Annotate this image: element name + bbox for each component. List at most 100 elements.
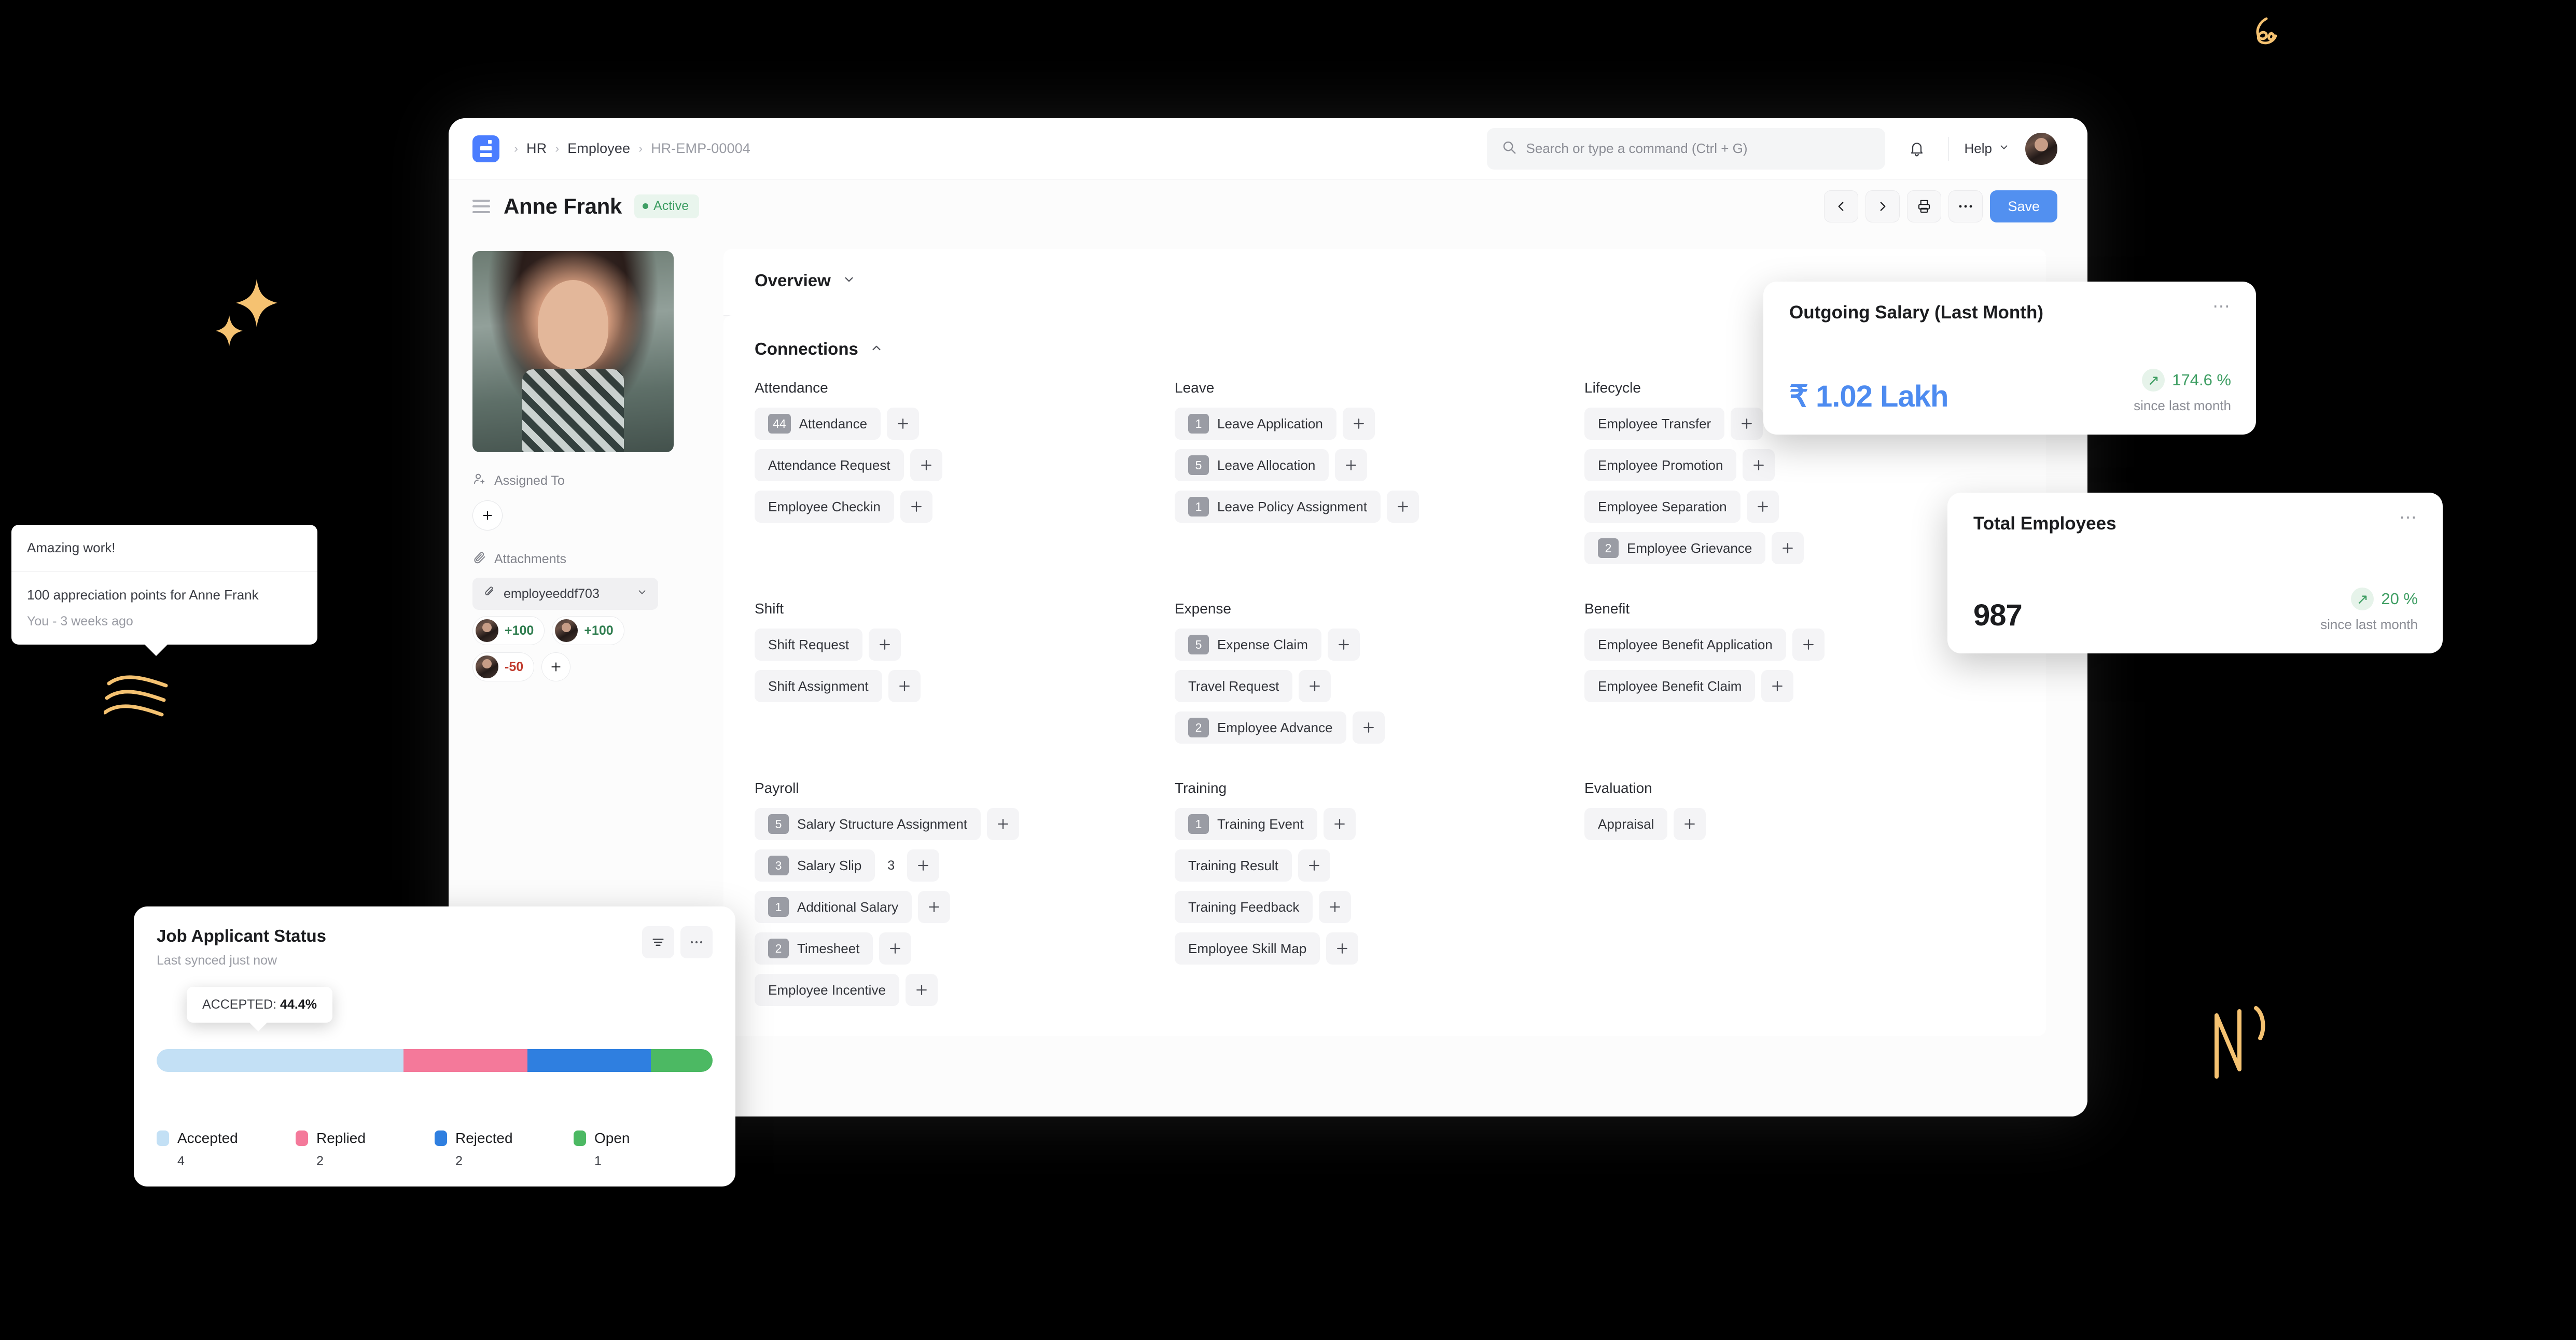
filter-icon[interactable] [642, 926, 674, 958]
stacked-bar[interactable] [157, 1049, 713, 1072]
doodle-waves-icon [103, 669, 187, 729]
connection-link[interactable]: Employee Benefit Application [1584, 629, 1786, 661]
connection-link[interactable]: Employee Promotion [1584, 449, 1737, 481]
add-connection-button[interactable] [907, 849, 940, 882]
add-connection-button[interactable] [888, 670, 921, 702]
bar-segment[interactable] [527, 1049, 651, 1072]
add-connection-button[interactable] [1327, 629, 1360, 661]
connection-link[interactable]: Travel Request [1175, 670, 1293, 702]
add-connection-button[interactable] [879, 932, 912, 965]
connection-link[interactable]: Shift Assignment [755, 670, 882, 702]
connection-label: Expense Claim [1217, 636, 1308, 652]
job-applicant-status-card: Job Applicant Status Last synced just no… [134, 906, 735, 1187]
connection-link[interactable]: Employee Checkin [755, 491, 894, 523]
add-connection-button[interactable] [900, 491, 932, 523]
add-connection-button[interactable] [918, 891, 951, 923]
comment-popover: Amazing work! 100 appreciation points fo… [11, 525, 317, 656]
connection-link[interactable]: 44 Attendance [755, 408, 881, 440]
legend-item[interactable]: Open 1 [574, 1130, 713, 1169]
add-point-button[interactable] [541, 652, 571, 681]
connection-link[interactable]: Training Feedback [1175, 891, 1313, 923]
appreciation-points-list: +100 +100 -50 [472, 616, 644, 681]
add-connection-button[interactable] [1352, 711, 1385, 744]
point-value: +100 [584, 623, 614, 638]
connection-link[interactable]: Shift Request [755, 629, 863, 661]
bar-segment[interactable] [650, 1049, 713, 1072]
connection-link[interactable]: 2 Timesheet [755, 932, 873, 965]
add-assignee-button[interactable] [472, 500, 503, 531]
connection-row: 2 Timesheet [755, 932, 1175, 965]
ellipsis-icon[interactable]: ⋯ [2212, 298, 2231, 315]
add-connection-button[interactable] [1761, 670, 1794, 702]
add-connection-button[interactable] [1298, 849, 1330, 882]
connection-link[interactable]: 3 Salary Slip [755, 849, 875, 882]
hamburger-icon[interactable] [472, 200, 490, 213]
next-record-button[interactable] [1865, 190, 1900, 222]
prev-record-button[interactable] [1824, 190, 1859, 222]
help-menu[interactable]: Help [1965, 141, 2010, 157]
bar-segment[interactable] [403, 1049, 527, 1072]
add-connection-button[interactable] [1792, 629, 1825, 661]
legend-item[interactable]: Rejected 2 [435, 1130, 574, 1169]
comment-meta: You - 3 weeks ago [27, 612, 302, 631]
connection-link[interactable]: Appraisal [1584, 808, 1668, 840]
breadcrumb-item-employee[interactable]: Employee [567, 141, 630, 157]
connection-link[interactable]: Employee Separation [1584, 491, 1740, 523]
connection-link[interactable]: 5 Leave Allocation [1175, 449, 1329, 481]
print-button[interactable] [1907, 190, 1942, 222]
connection-link[interactable]: Employee Skill Map [1175, 932, 1320, 965]
connection-link[interactable]: 2 Employee Grievance [1584, 532, 1766, 564]
add-connection-button[interactable] [1323, 808, 1356, 840]
add-connection-button[interactable] [1743, 449, 1775, 481]
avatar[interactable] [2025, 132, 2057, 165]
frappe-logo-icon[interactable] [472, 135, 499, 162]
connection-link[interactable]: 2 Employee Advance [1175, 711, 1346, 744]
add-connection-button[interactable] [1731, 408, 1763, 440]
add-connection-button[interactable] [1326, 932, 1359, 965]
search-input[interactable]: Search or type a command (Ctrl + G) [1486, 128, 1885, 170]
add-connection-button[interactable] [1674, 808, 1706, 840]
chevron-down-icon[interactable] [636, 587, 648, 602]
add-connection-button[interactable] [905, 974, 938, 1006]
add-connection-button[interactable] [1342, 408, 1375, 440]
breadcrumb-item-hr[interactable]: HR [526, 141, 547, 157]
chevron-down-icon[interactable] [842, 273, 856, 289]
add-connection-button[interactable] [910, 449, 942, 481]
add-connection-button[interactable] [1746, 491, 1779, 523]
more-options-button[interactable] [1948, 190, 1983, 222]
connection-link[interactable]: 5 Salary Structure Assignment [755, 808, 981, 840]
ellipsis-icon[interactable] [680, 926, 713, 958]
add-connection-button[interactable] [1387, 491, 1419, 523]
connection-link[interactable]: 5 Expense Claim [1175, 629, 1321, 661]
connection-link[interactable]: Attendance Request [755, 449, 904, 481]
card-header: Outgoing Salary (Last Month) ⋯ [1789, 298, 2231, 323]
connection-link[interactable]: 1 Training Event [1175, 808, 1317, 840]
bar-segment[interactable] [157, 1049, 404, 1072]
save-button[interactable]: Save [1990, 190, 2057, 222]
point-chip[interactable]: +100 [552, 616, 624, 645]
chevron-up-icon[interactable] [870, 341, 883, 357]
employee-photo[interactable] [472, 251, 674, 452]
point-chip[interactable]: +100 [472, 616, 545, 645]
connection-link[interactable]: Employee Benefit Claim [1584, 670, 1756, 702]
connection-link[interactable]: Employee Incentive [755, 974, 899, 1006]
connection-link[interactable]: 1 Additional Salary [755, 891, 912, 923]
connection-link[interactable]: 1 Leave Policy Assignment [1175, 491, 1381, 523]
add-connection-button[interactable] [1319, 891, 1352, 923]
legend-item[interactable]: Replied 2 [296, 1130, 435, 1169]
ellipsis-icon[interactable]: ⋯ [2399, 509, 2418, 526]
add-connection-button[interactable] [1335, 449, 1368, 481]
add-connection-button[interactable] [887, 408, 920, 440]
add-connection-button[interactable] [987, 808, 1020, 840]
attachment-item[interactable]: employeeddf703 [472, 578, 658, 610]
connection-link[interactable]: 1 Leave Application [1175, 408, 1336, 440]
add-connection-button[interactable] [1772, 532, 1804, 564]
add-connection-button[interactable] [869, 629, 901, 661]
point-chip[interactable]: -50 [472, 652, 535, 681]
connection-link[interactable]: Employee Transfer [1584, 408, 1725, 440]
connection-link[interactable]: Training Result [1175, 849, 1292, 882]
legend-item[interactable]: Accepted 4 [157, 1130, 296, 1169]
connection-row: 1 Leave Application [1175, 408, 1584, 440]
add-connection-button[interactable] [1299, 670, 1331, 702]
bell-icon[interactable] [1901, 133, 1933, 165]
